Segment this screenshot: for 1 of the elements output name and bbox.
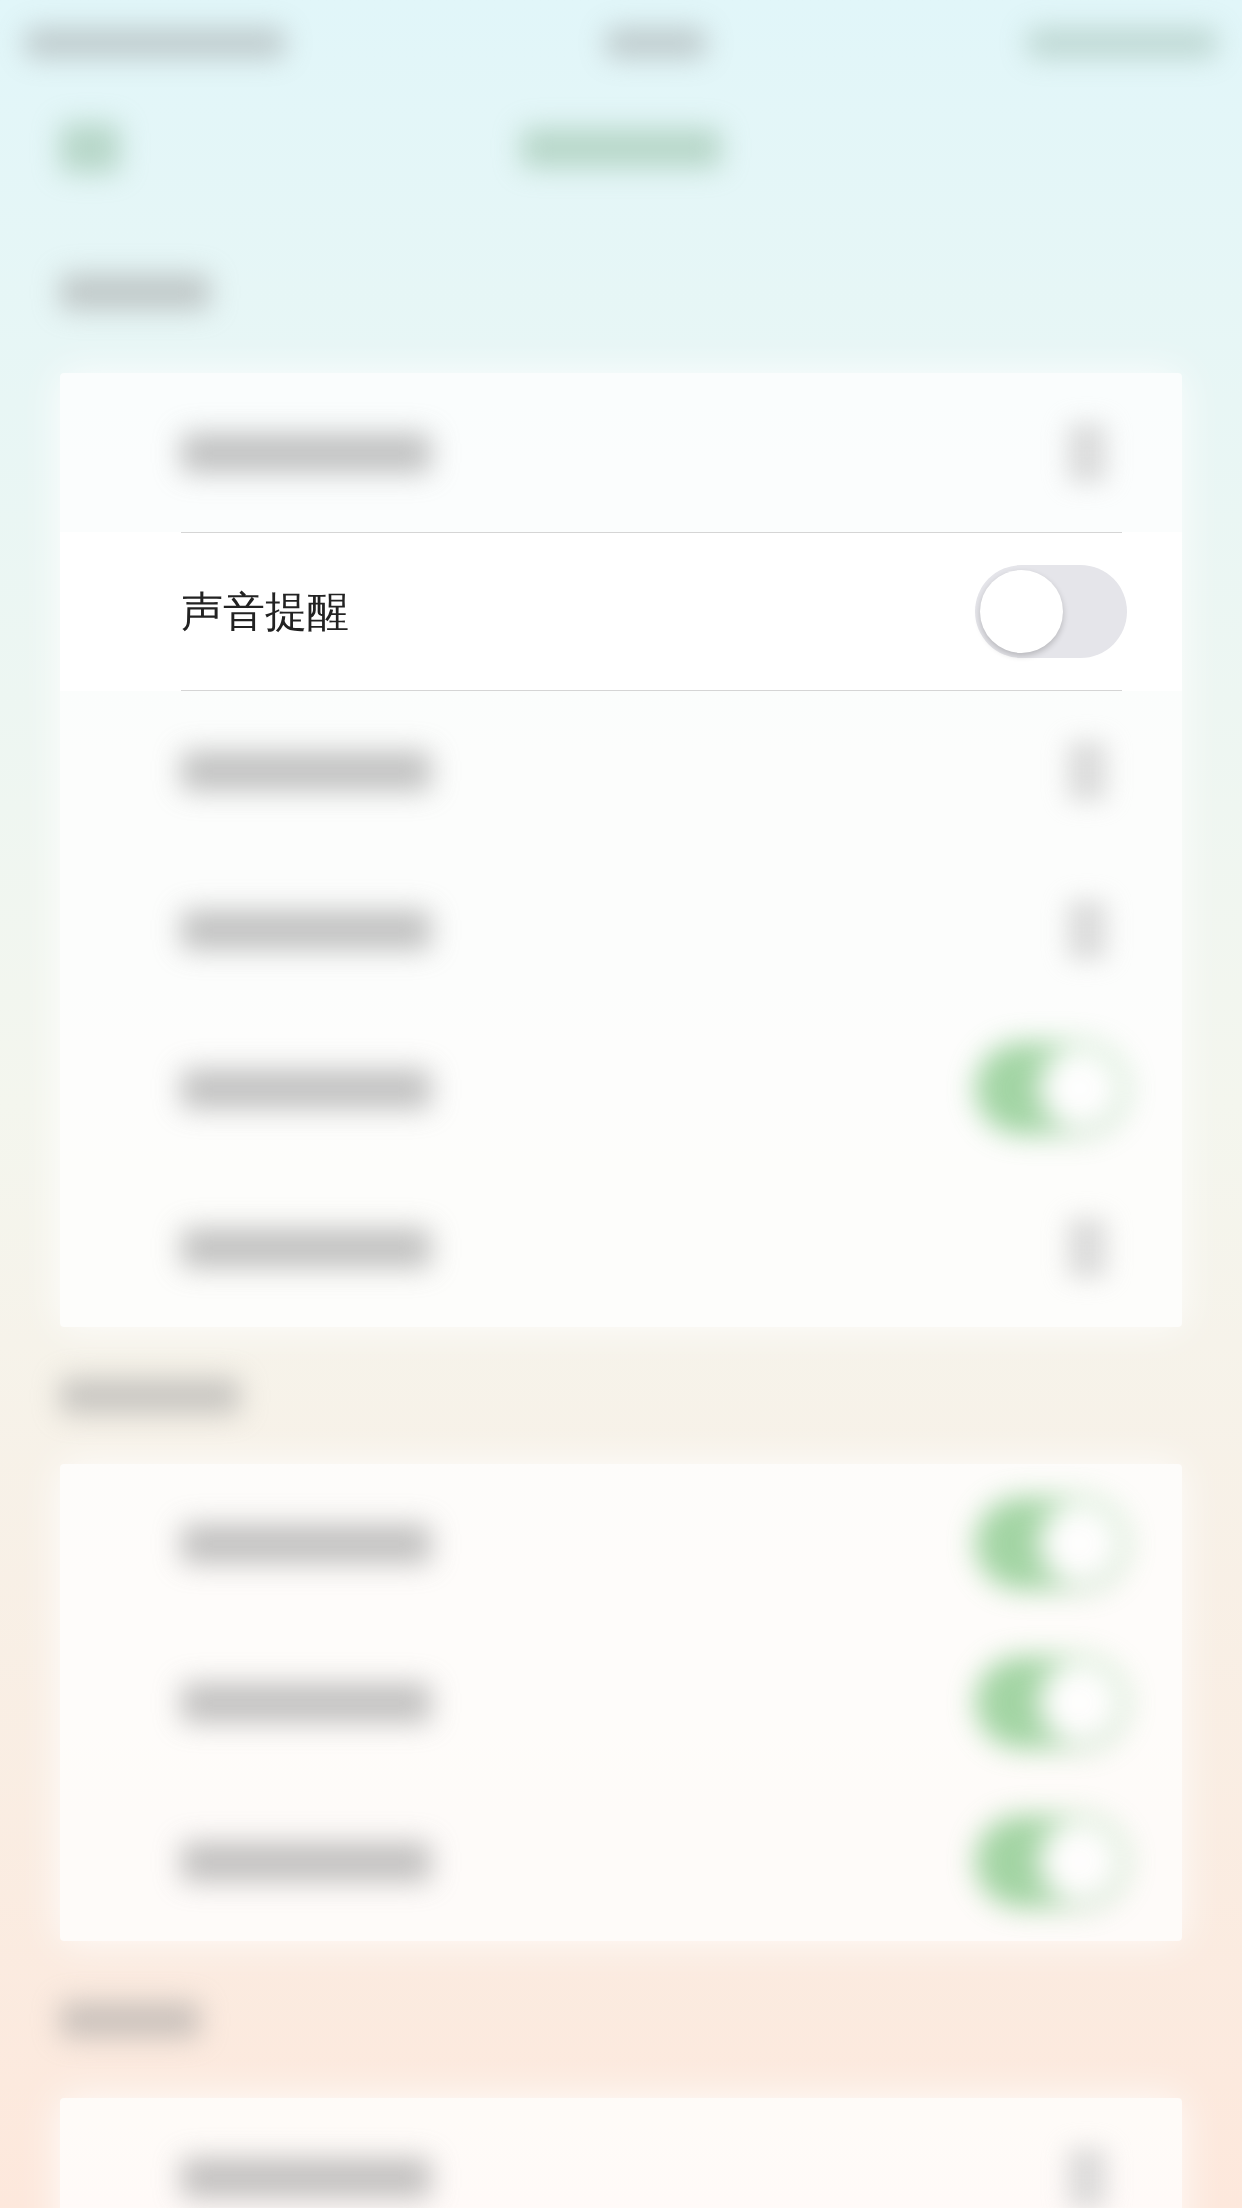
row-label: 声音提醒 xyxy=(181,586,349,638)
